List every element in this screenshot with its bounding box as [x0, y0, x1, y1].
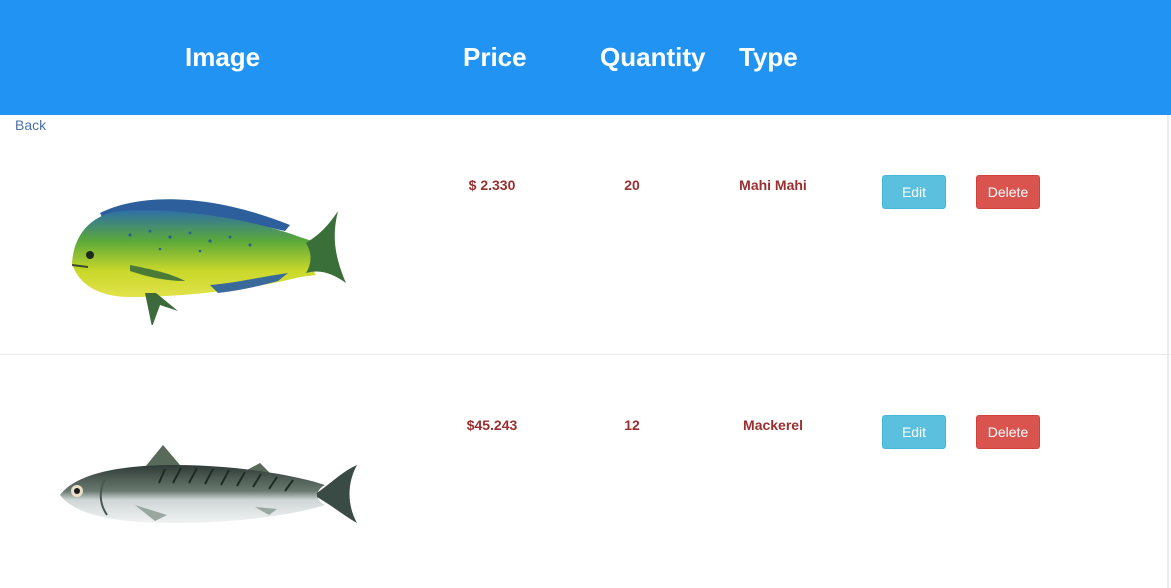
table-row: $ 2.330 20 Mahi Mahi Edit Delete [0, 115, 1171, 355]
table-row: $45.243 12 Mackerel Edit Delete [0, 355, 1171, 588]
edit-button[interactable]: Edit [882, 175, 946, 209]
quantity-cell: 20 [624, 177, 640, 193]
edit-button[interactable]: Edit [882, 415, 946, 449]
mahi-mahi-fish-image [71, 199, 346, 325]
header-image: Image [185, 42, 261, 72]
page: Image Price Quantity Type Back $ 2.330 2… [0, 0, 1171, 588]
mackerel-fish-image [60, 445, 357, 523]
table-header: Image Price Quantity Type [0, 0, 1171, 115]
delete-button[interactable]: Delete [976, 175, 1040, 209]
type-cell: Mackerel [743, 417, 803, 433]
quantity-cell: 12 [624, 417, 640, 433]
header-type: Type [739, 42, 798, 72]
type-cell: Mahi Mahi [739, 177, 807, 193]
price-cell: $45.243 [466, 417, 518, 433]
delete-button[interactable]: Delete [976, 415, 1040, 449]
header-price: Price [463, 42, 527, 72]
header-quantity: Quantity [600, 42, 706, 72]
price-cell: $ 2.330 [468, 177, 516, 193]
